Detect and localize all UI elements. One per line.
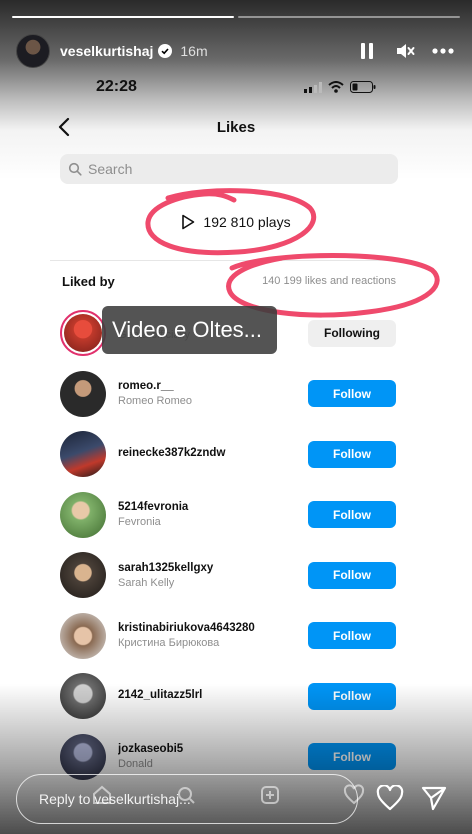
follow-button[interactable]: Follow xyxy=(308,440,396,468)
story-header: veselkurtishaj 16m xyxy=(16,34,456,68)
list-item[interactable]: 5214fevronia Fevronia Follow xyxy=(60,485,396,546)
progress-segment xyxy=(12,16,234,18)
avatar[interactable] xyxy=(60,310,106,357)
avatar[interactable] xyxy=(60,612,106,659)
avatar[interactable] xyxy=(60,552,106,599)
battery-icon xyxy=(350,81,376,93)
author-username[interactable]: veselkurtishaj xyxy=(60,43,153,59)
mute-icon[interactable] xyxy=(392,38,418,64)
follow-button[interactable]: Follow xyxy=(308,622,396,650)
list-item[interactable]: romeo.r__ Romeo Romeo Follow xyxy=(60,364,396,425)
avatar[interactable] xyxy=(60,673,106,720)
list-item[interactable]: reinecke387k2zndw Follow xyxy=(60,424,396,485)
list-item[interactable]: 2142_ulitazz5lrl Follow xyxy=(60,666,396,727)
search-input[interactable]: Search xyxy=(60,154,398,184)
avatar[interactable] xyxy=(60,431,106,478)
search-placeholder: Search xyxy=(88,161,133,177)
user-fullname: Donald xyxy=(118,758,153,771)
user-fullname: Sarah Kelly xyxy=(118,576,175,589)
page-title: Likes xyxy=(216,119,256,136)
user-handle[interactable]: romeo.r__ xyxy=(118,380,308,392)
follow-button[interactable]: Follow xyxy=(308,682,396,710)
user-handle[interactable]: reinecke387k2zndw xyxy=(118,447,308,459)
liked-by-label: Liked by xyxy=(62,274,115,289)
more-icon[interactable] xyxy=(430,38,456,64)
user-fullname: Fevronia xyxy=(118,516,161,529)
follow-button[interactable]: Follow xyxy=(308,561,396,589)
likes-count: 140 199 likes and reactions xyxy=(262,275,396,287)
reply-input[interactable]: Reply to veselkurtishaj... xyxy=(16,774,358,824)
user-fullname: Кристина Бирюкова xyxy=(118,637,220,650)
plays-count: 192 810 plays xyxy=(0,214,472,230)
story-progress xyxy=(12,16,460,18)
follow-button[interactable]: Follow xyxy=(308,743,396,771)
play-icon xyxy=(182,214,195,230)
avatar[interactable] xyxy=(60,370,106,417)
likes-list: Genta officially Following romeo.r__ Rom… xyxy=(60,303,396,787)
divider xyxy=(50,260,410,261)
status-clock: 22:28 xyxy=(96,78,137,95)
user-fullname: Romeo Romeo xyxy=(118,395,192,408)
list-item[interactable]: sarah1325kellgxy Sarah Kelly Follow xyxy=(60,545,396,606)
wifi-icon xyxy=(328,81,344,93)
signal-icon xyxy=(304,81,322,93)
plays-text: 192 810 plays xyxy=(203,214,291,230)
verified-badge-icon xyxy=(158,44,173,58)
user-handle[interactable]: 2142_ulitazz5lrl xyxy=(118,689,308,701)
story-viewer: veselkurtishaj 16m 22:28 Likes Search 19 xyxy=(0,0,472,834)
reply-placeholder: Reply to veselkurtishaj... xyxy=(39,791,191,807)
follow-button[interactable]: Follow xyxy=(308,501,396,529)
status-icons xyxy=(304,81,376,93)
user-handle[interactable]: 5214fevronia xyxy=(118,501,308,513)
avatar[interactable] xyxy=(60,733,106,780)
phone-status-bar: 22:28 xyxy=(0,78,472,100)
user-handle[interactable]: kristinabiriukova4643280 xyxy=(118,622,308,634)
story-time: 16m xyxy=(180,43,208,59)
following-button[interactable]: Following xyxy=(308,319,396,347)
progress-segment xyxy=(238,16,460,18)
author-avatar[interactable] xyxy=(16,34,50,68)
avatar[interactable] xyxy=(60,491,106,538)
user-handle[interactable]: sarah1325kellgxy xyxy=(118,562,308,574)
like-story-heart-icon[interactable] xyxy=(376,785,404,811)
pause-icon[interactable] xyxy=(354,38,380,64)
follow-button[interactable]: Follow xyxy=(308,380,396,408)
send-icon[interactable] xyxy=(420,785,448,811)
user-handle[interactable]: jozkaseobi5 xyxy=(118,743,308,755)
search-icon xyxy=(68,162,82,176)
list-item[interactable]: kristinabiriukova4643280 Кристина Бирюко… xyxy=(60,606,396,667)
caption-overlay: Video e Oltes... xyxy=(102,306,277,354)
